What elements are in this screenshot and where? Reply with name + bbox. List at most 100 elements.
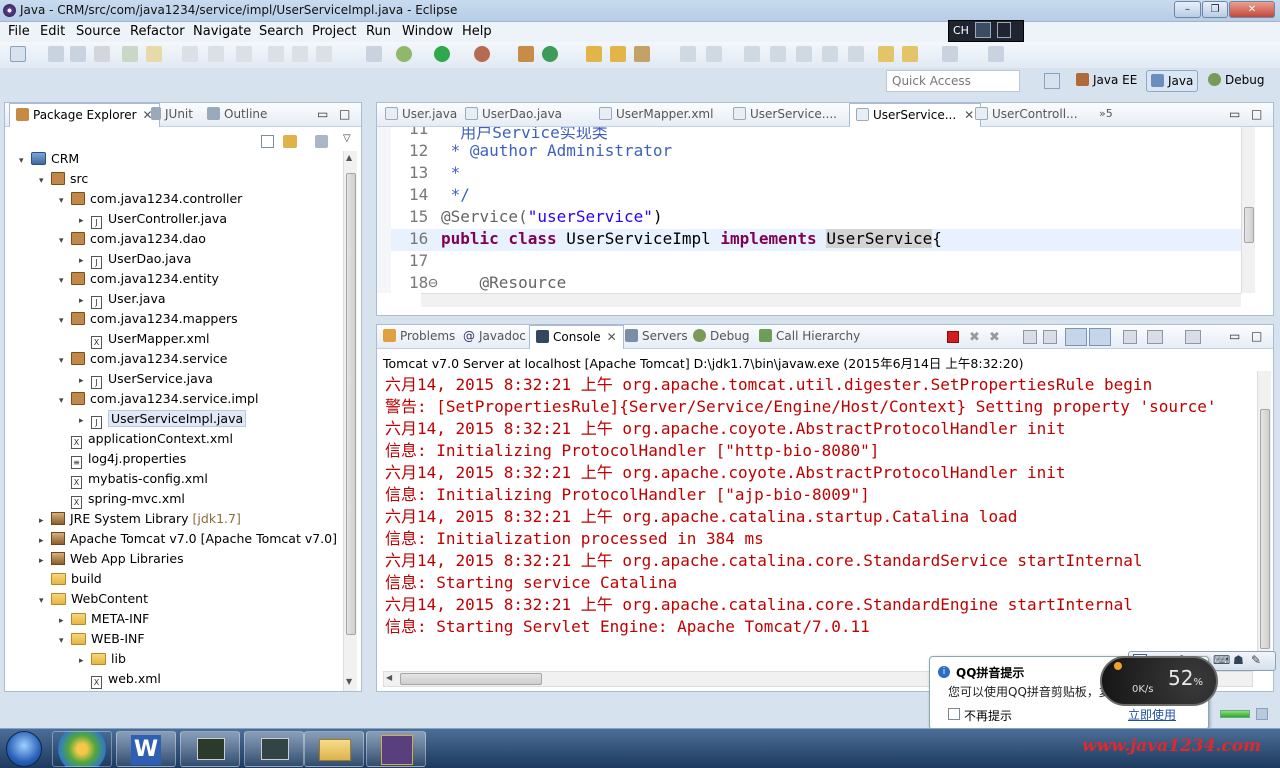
taskbar-app-explorer[interactable] — [304, 731, 364, 767]
user-icon[interactable]: ☗ — [1233, 653, 1244, 667]
save-icon[interactable] — [48, 46, 64, 62]
remove-all-icon[interactable]: ✖ — [989, 330, 1000, 345]
close-button[interactable]: ✕ — [1229, 1, 1275, 18]
menu-window[interactable]: Window — [402, 24, 453, 39]
tree-item-file-user[interactable]: ▸ J User.java — [79, 291, 170, 311]
tree-item-package-mappers[interactable]: ▾ com.java1234.mappers — [59, 311, 242, 331]
pin-icon[interactable] — [822, 46, 838, 62]
show-whitespace-icon[interactable] — [796, 46, 812, 62]
prev-annotation-icon[interactable] — [706, 46, 722, 62]
editor-tab-userserviceimpl[interactable]: UserService... ✕ — [849, 103, 982, 127]
dont-show-checkbox[interactable] — [948, 708, 960, 720]
resume-icon[interactable] — [268, 46, 284, 62]
terminate-console-icon[interactable] — [947, 331, 959, 343]
back-icon[interactable] — [878, 46, 894, 62]
new-class-icon[interactable] — [542, 46, 558, 62]
save-all-icon[interactable] — [70, 46, 86, 62]
tree-item-package-service-impl[interactable]: ▾ com.java1234.service.impl — [59, 391, 262, 411]
menu-help[interactable]: Help — [462, 24, 492, 39]
tree-item-folder-lib[interactable]: ▸ lib — [79, 651, 130, 671]
tab-problems[interactable]: Problems — [383, 329, 455, 343]
back-arrow-icon[interactable] — [902, 46, 918, 62]
taskbar-app-eclipse[interactable] — [366, 731, 426, 767]
taskbar-app-browser[interactable] — [52, 731, 112, 767]
search-tool-icon[interactable] — [634, 46, 650, 62]
menu-file[interactable]: File — [8, 24, 30, 39]
tab-package-explorer[interactable]: Package Explorer ✕ — [9, 103, 160, 127]
run-external-icon[interactable] — [474, 46, 490, 62]
taskbar-app-terminal[interactable] — [180, 731, 240, 767]
scroll-up-icon[interactable]: ▲ — [346, 153, 352, 162]
menu-source[interactable]: Source — [76, 24, 121, 39]
tree-item-file-userdao[interactable]: ▸ J UserDao.java — [79, 251, 195, 271]
open-type-icon[interactable] — [122, 46, 138, 62]
taskbar-app-wps[interactable]: W — [116, 731, 176, 767]
tree-item-file-mybatis-config[interactable]: Xmybatis-config.xml — [59, 471, 212, 491]
open-project-icon[interactable] — [610, 46, 626, 62]
menu-refactor[interactable]: Refactor — [130, 24, 185, 39]
tab-outline[interactable]: Outline — [207, 107, 267, 121]
collapsed-arrow-icon[interactable]: ▸ — [79, 656, 91, 666]
show-stdout-icon[interactable] — [1065, 328, 1087, 346]
expanded-arrow-icon[interactable]: ▾ — [59, 236, 71, 246]
collapsed-arrow-icon[interactable]: ▸ — [59, 616, 71, 626]
console-scrollbar[interactable] — [1257, 371, 1271, 667]
debug-step-icon[interactable] — [366, 46, 382, 62]
pin-editor-icon[interactable] — [988, 46, 1004, 62]
tree-item-file-applicationcontext[interactable]: XapplicationContext.xml — [59, 431, 237, 451]
tab-javadoc[interactable]: @ Javadoc — [463, 329, 526, 343]
menu-run[interactable]: Run — [366, 24, 391, 39]
expanded-arrow-icon[interactable]: ▾ — [19, 156, 31, 166]
collapsed-arrow-icon[interactable]: ▸ — [79, 376, 91, 386]
open-folder-icon[interactable] — [586, 46, 602, 62]
open-console-icon[interactable] — [1185, 330, 1201, 344]
pin-console-icon[interactable] — [1123, 330, 1137, 344]
clear-console-icon[interactable] — [1023, 330, 1037, 344]
block-select-icon[interactable] — [770, 46, 786, 62]
expanded-arrow-icon[interactable]: ▾ — [59, 316, 71, 326]
explorer-scrollbar[interactable]: ▲ ▼ — [343, 151, 357, 691]
expanded-arrow-icon[interactable]: ▾ — [59, 196, 71, 206]
display-console-icon[interactable] — [1147, 330, 1163, 344]
new-package-icon[interactable] — [518, 46, 534, 62]
menu-search[interactable]: Search — [259, 24, 304, 39]
tree-item-project-crm[interactable]: ▾ CRM — [19, 151, 83, 171]
scroll-left-icon[interactable]: ◀ — [386, 673, 392, 682]
editor-tab-usercontroller[interactable]: UserControll... — [975, 107, 1078, 121]
ime-toolbar[interactable]: CH — [948, 20, 1024, 42]
gc-icon[interactable] — [1256, 708, 1268, 720]
build-icon[interactable] — [146, 46, 162, 62]
console-output[interactable]: 六月14, 2015 8:32:21 上午 org.apache.tomcat.… — [377, 371, 1243, 667]
expanded-arrow-icon[interactable]: ▾ — [59, 396, 71, 406]
collapsed-arrow-icon[interactable]: ▸ — [79, 256, 91, 266]
editor-tab-user-java[interactable]: User.java — [385, 107, 457, 121]
expanded-arrow-icon[interactable]: ▾ — [39, 596, 51, 606]
console-hscroll-thumb[interactable] — [400, 673, 542, 685]
toggle-mark-icon[interactable] — [744, 46, 760, 62]
collapsed-arrow-icon[interactable]: ▸ — [79, 296, 91, 306]
tree-item-package-service[interactable]: ▾ com.java1234.service — [59, 351, 231, 371]
perspective-java[interactable]: Java — [1146, 70, 1199, 92]
terminate-icon[interactable] — [316, 46, 332, 62]
menu-edit[interactable]: Edit — [40, 24, 65, 39]
tree-item-folder-webcontent[interactable]: ▾ WebContent — [39, 591, 152, 611]
tab-console[interactable]: Console ✕ — [529, 325, 624, 349]
minimize-editor-icon[interactable]: ▭ — [1229, 107, 1240, 121]
scroll-lock-icon[interactable] — [1043, 330, 1057, 344]
tree-item-file-spring-mvc[interactable]: Xspring-mvc.xml — [59, 491, 189, 511]
explorer-scroll-thumb[interactable] — [346, 173, 356, 635]
tree-item-folder-build[interactable]: build — [39, 571, 106, 591]
tree-item-file-web-xml[interactable]: Xweb.xml — [79, 671, 165, 691]
scroll-down-icon[interactable]: ▼ — [346, 677, 352, 686]
last-edit-icon[interactable] — [848, 46, 864, 62]
tab-servers[interactable]: Servers — [625, 329, 688, 343]
next-annotation-icon[interactable] — [680, 46, 696, 62]
editor-tab-usermapper-xml[interactable]: UserMapper.xml — [599, 107, 713, 121]
expanded-arrow-icon[interactable]: ▾ — [39, 176, 51, 186]
menu-project[interactable]: Project — [312, 24, 356, 39]
tree-item-library-tomcat[interactable]: ▸ Apache Tomcat v7.0 [Apache Tomcat v7.0] — [39, 531, 341, 551]
maximize-button[interactable]: ❐ — [1202, 1, 1228, 18]
editor-hscrollbar[interactable] — [421, 293, 1241, 307]
run-icon[interactable] — [434, 46, 450, 62]
redo-icon[interactable] — [208, 46, 224, 62]
